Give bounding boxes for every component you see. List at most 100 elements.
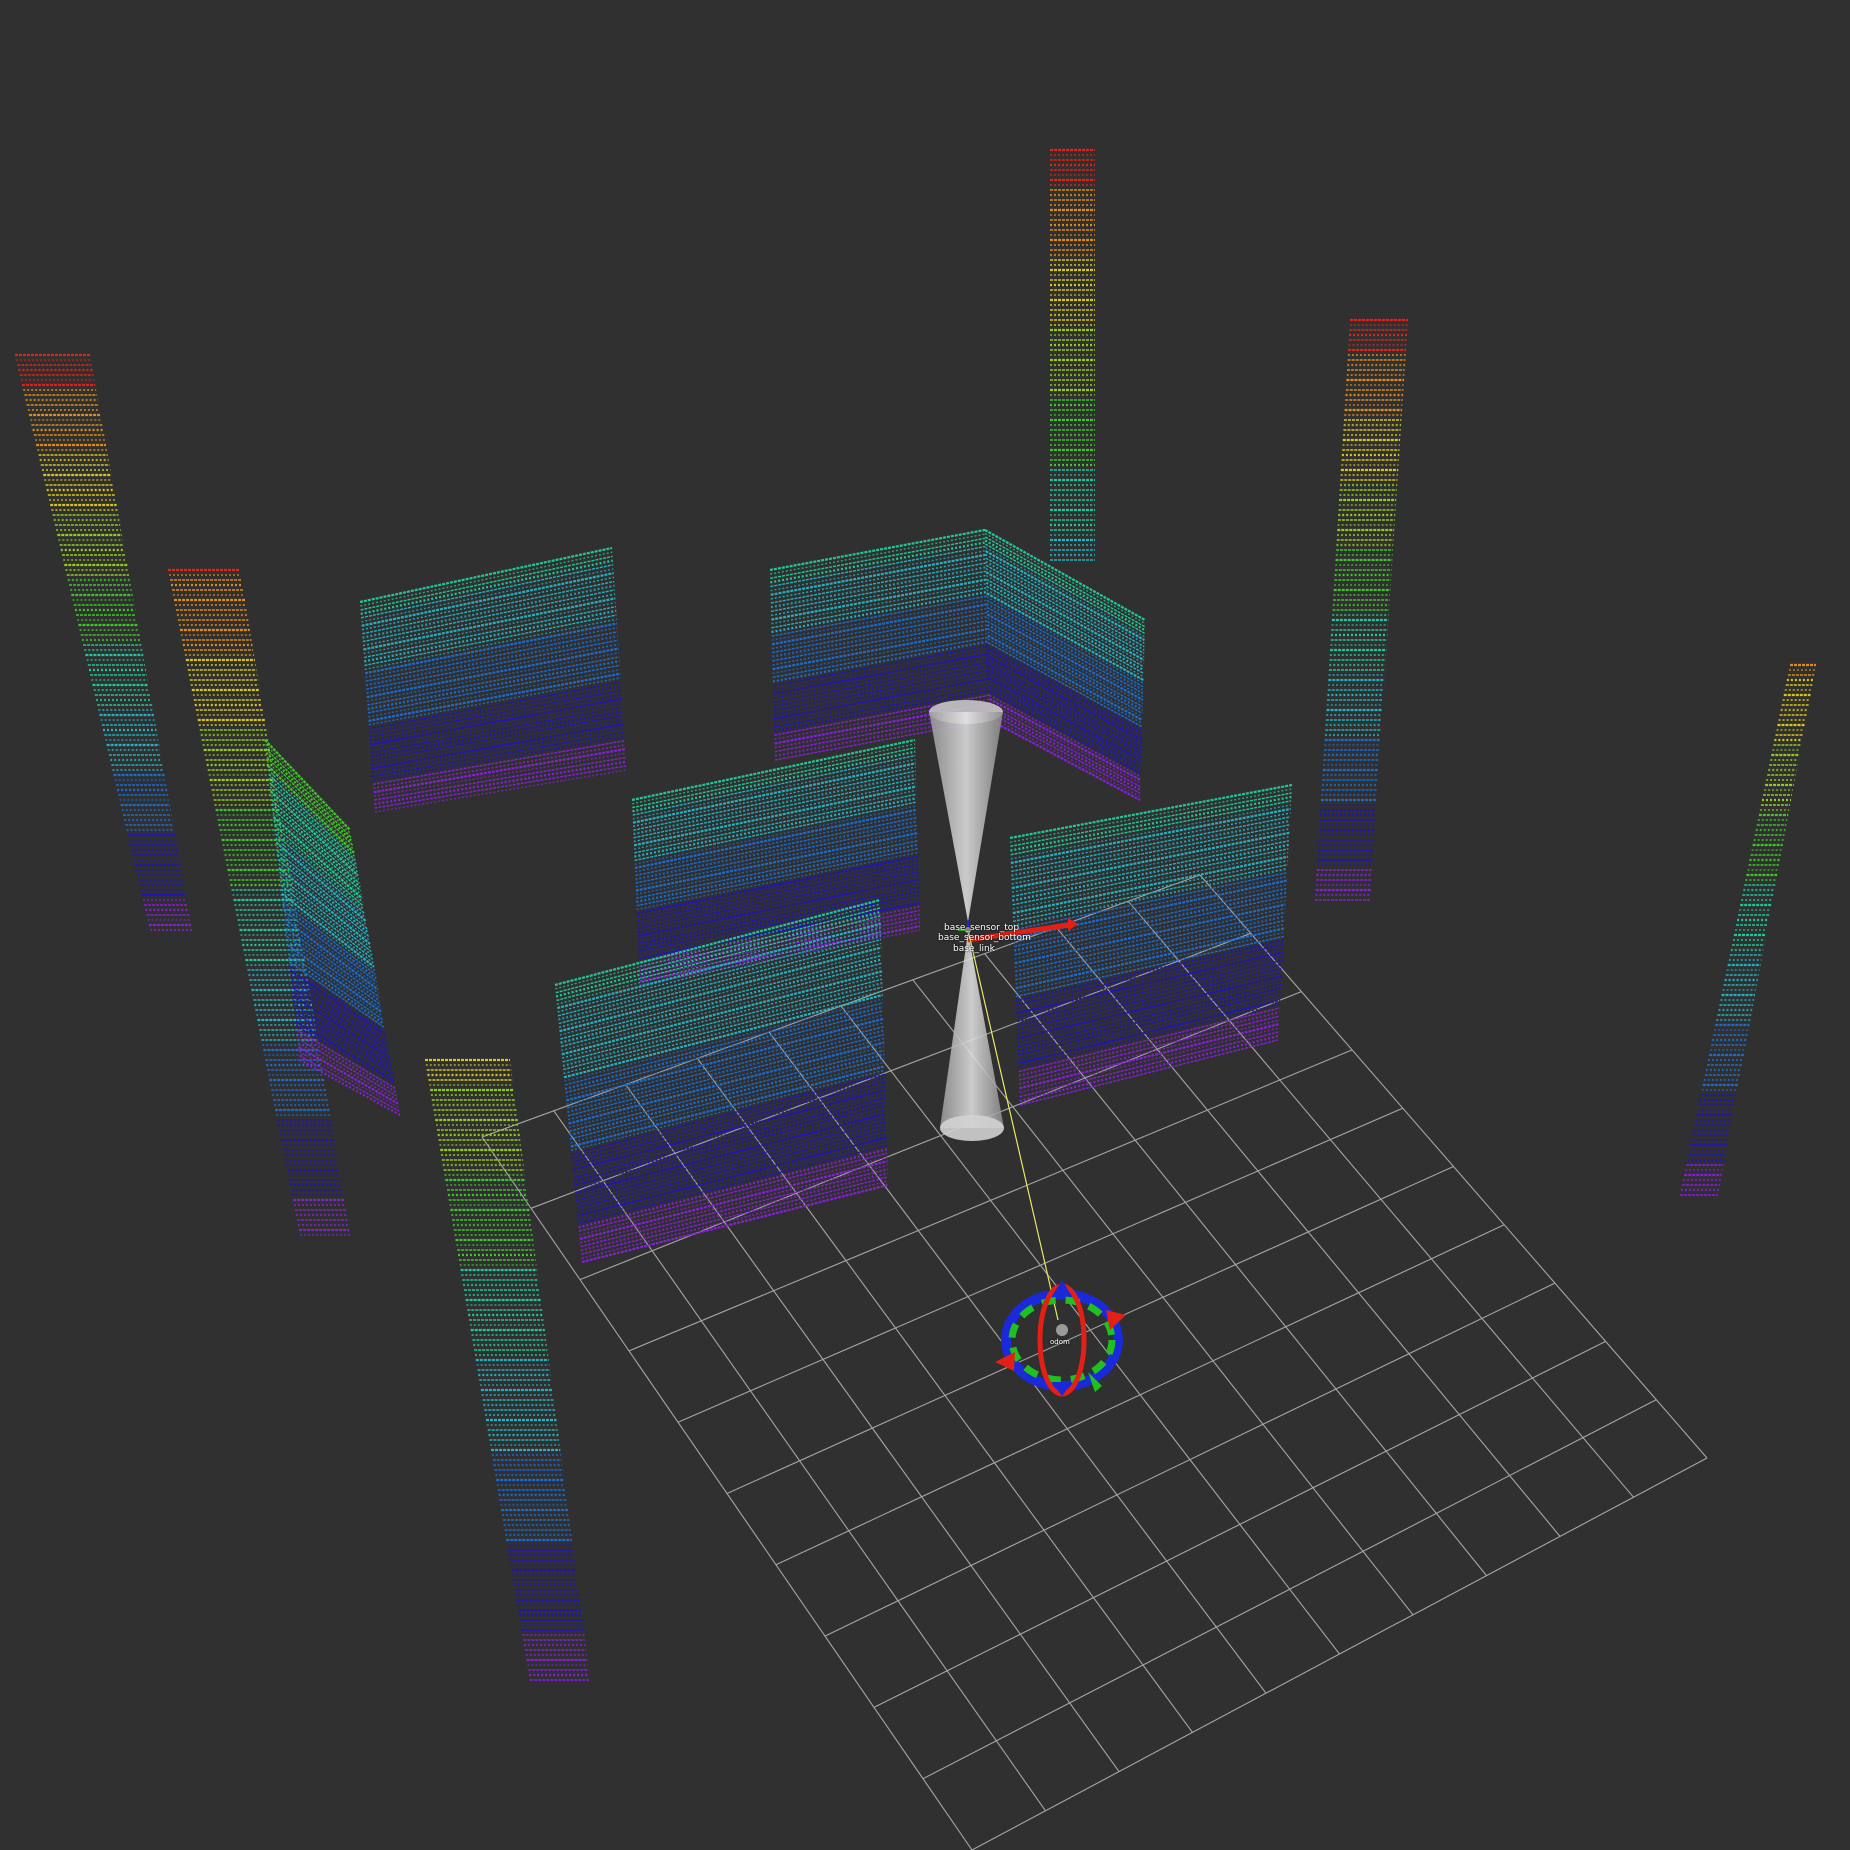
scan-line	[635, 820, 918, 881]
scan-line	[633, 773, 917, 836]
scan-line	[558, 942, 882, 1028]
scan-line	[371, 722, 625, 770]
grid-line	[984, 953, 1487, 1576]
scan-line	[564, 998, 883, 1082]
scan-line	[1009, 783, 1293, 840]
point-cloud-box-mid-right	[1009, 783, 1293, 1106]
scan-line	[636, 843, 919, 903]
point-cloud-box-front-left	[554, 898, 889, 1264]
scan-line	[632, 743, 916, 805]
frame-label-goal: odom	[1050, 1338, 1070, 1346]
scan-line	[1010, 807, 1291, 865]
scan-line	[563, 986, 883, 1071]
scan-line	[772, 615, 988, 658]
scan-line	[363, 601, 616, 655]
sensor-cone-bottom-cap	[940, 1115, 1004, 1141]
scan-line	[633, 785, 917, 847]
3d-viewport[interactable]: base_sensor_top base_sensor_bottom base_…	[0, 0, 1850, 1850]
grid-line	[971, 1457, 1708, 1850]
scan-line	[1018, 999, 1281, 1065]
scan-line	[560, 962, 882, 1048]
scan-line	[361, 576, 615, 631]
scan-line	[374, 765, 627, 809]
scan-line	[1010, 804, 1292, 860]
grid-line	[775, 1224, 1505, 1566]
sensor-frame-group[interactable]	[929, 700, 1078, 1321]
scan-line	[297, 1042, 398, 1101]
scan-line	[634, 808, 918, 870]
scan-line	[770, 545, 986, 588]
scan-line	[559, 946, 882, 1033]
scan-line	[566, 1017, 884, 1102]
point-cloud-box-back-center-side	[984, 529, 1146, 801]
point-cloud-pillar-far-right	[1680, 663, 1816, 1196]
scan-line	[560, 954, 882, 1040]
scan-line	[360, 564, 614, 619]
sensor-cone-top	[929, 712, 1003, 922]
scan-line	[559, 950, 882, 1036]
point-cloud-scene	[15, 148, 1816, 1850]
grid-line	[1055, 927, 1561, 1537]
point-cloud-pillar-front-left	[425, 1058, 590, 1681]
scan-line	[372, 740, 626, 785]
scan-line	[1018, 1003, 1281, 1069]
scan-line	[561, 970, 883, 1056]
scan-line	[772, 645, 989, 687]
scan-line	[370, 710, 624, 758]
scan-line	[1010, 800, 1292, 856]
scan-line	[635, 832, 918, 892]
scan-line	[373, 748, 626, 794]
scan-line	[634, 801, 917, 862]
scan-line	[1010, 792, 1292, 847]
point-cloud-pillar-left-wall	[264, 739, 401, 1116]
point-cloud-pillar-back-center	[1050, 148, 1095, 561]
scan-line	[373, 752, 627, 797]
scan-line	[374, 756, 627, 801]
point-cloud-box-mid-left	[631, 738, 921, 986]
scan-line	[1013, 887, 1287, 948]
scan-line	[632, 758, 916, 820]
scan-line	[635, 824, 918, 884]
scan-line	[1018, 995, 1281, 1060]
scan-line	[561, 974, 883, 1059]
scan-line	[564, 1005, 884, 1090]
scan-line	[372, 735, 625, 782]
scan-line	[634, 797, 917, 858]
scan-line	[1018, 1007, 1280, 1073]
scan-line	[1012, 843, 1289, 902]
scan-line	[772, 640, 989, 683]
sensor-cone-bottom	[940, 932, 1004, 1128]
scan-line	[633, 789, 917, 850]
scan-line	[769, 533, 986, 575]
grid-line	[824, 1282, 1556, 1637]
scan-line	[374, 769, 628, 813]
scan-line	[1010, 795, 1292, 852]
scan-line	[989, 708, 1141, 791]
scan-line	[632, 766, 916, 828]
scan-line	[773, 652, 989, 695]
scan-line	[773, 665, 989, 708]
scan-line	[558, 938, 882, 1025]
scan-line	[563, 993, 883, 1079]
scan-line	[988, 697, 1142, 781]
point-cloud	[15, 148, 1816, 1681]
point-cloud-pillar-far-left	[15, 353, 192, 931]
grid-line	[726, 1165, 1454, 1495]
scan-line	[372, 731, 625, 777]
scan-line	[772, 632, 988, 674]
scan-line	[264, 739, 351, 831]
scan-line	[362, 580, 615, 635]
scan-line	[769, 528, 986, 572]
scan-line	[1011, 816, 1291, 873]
scan-line	[632, 747, 916, 809]
frame-label-sensor-bottom: base_sensor_bottom	[938, 933, 1031, 943]
point-cloud-pillar-right	[1315, 318, 1408, 901]
scan-line	[771, 603, 988, 646]
grid-line	[1127, 900, 1634, 1498]
scan-line	[632, 762, 916, 824]
scan-line	[560, 958, 882, 1044]
scan-line	[770, 553, 986, 596]
scan-line	[771, 590, 987, 634]
scan-line	[631, 738, 916, 802]
point-cloud-box-back-left	[359, 546, 628, 813]
